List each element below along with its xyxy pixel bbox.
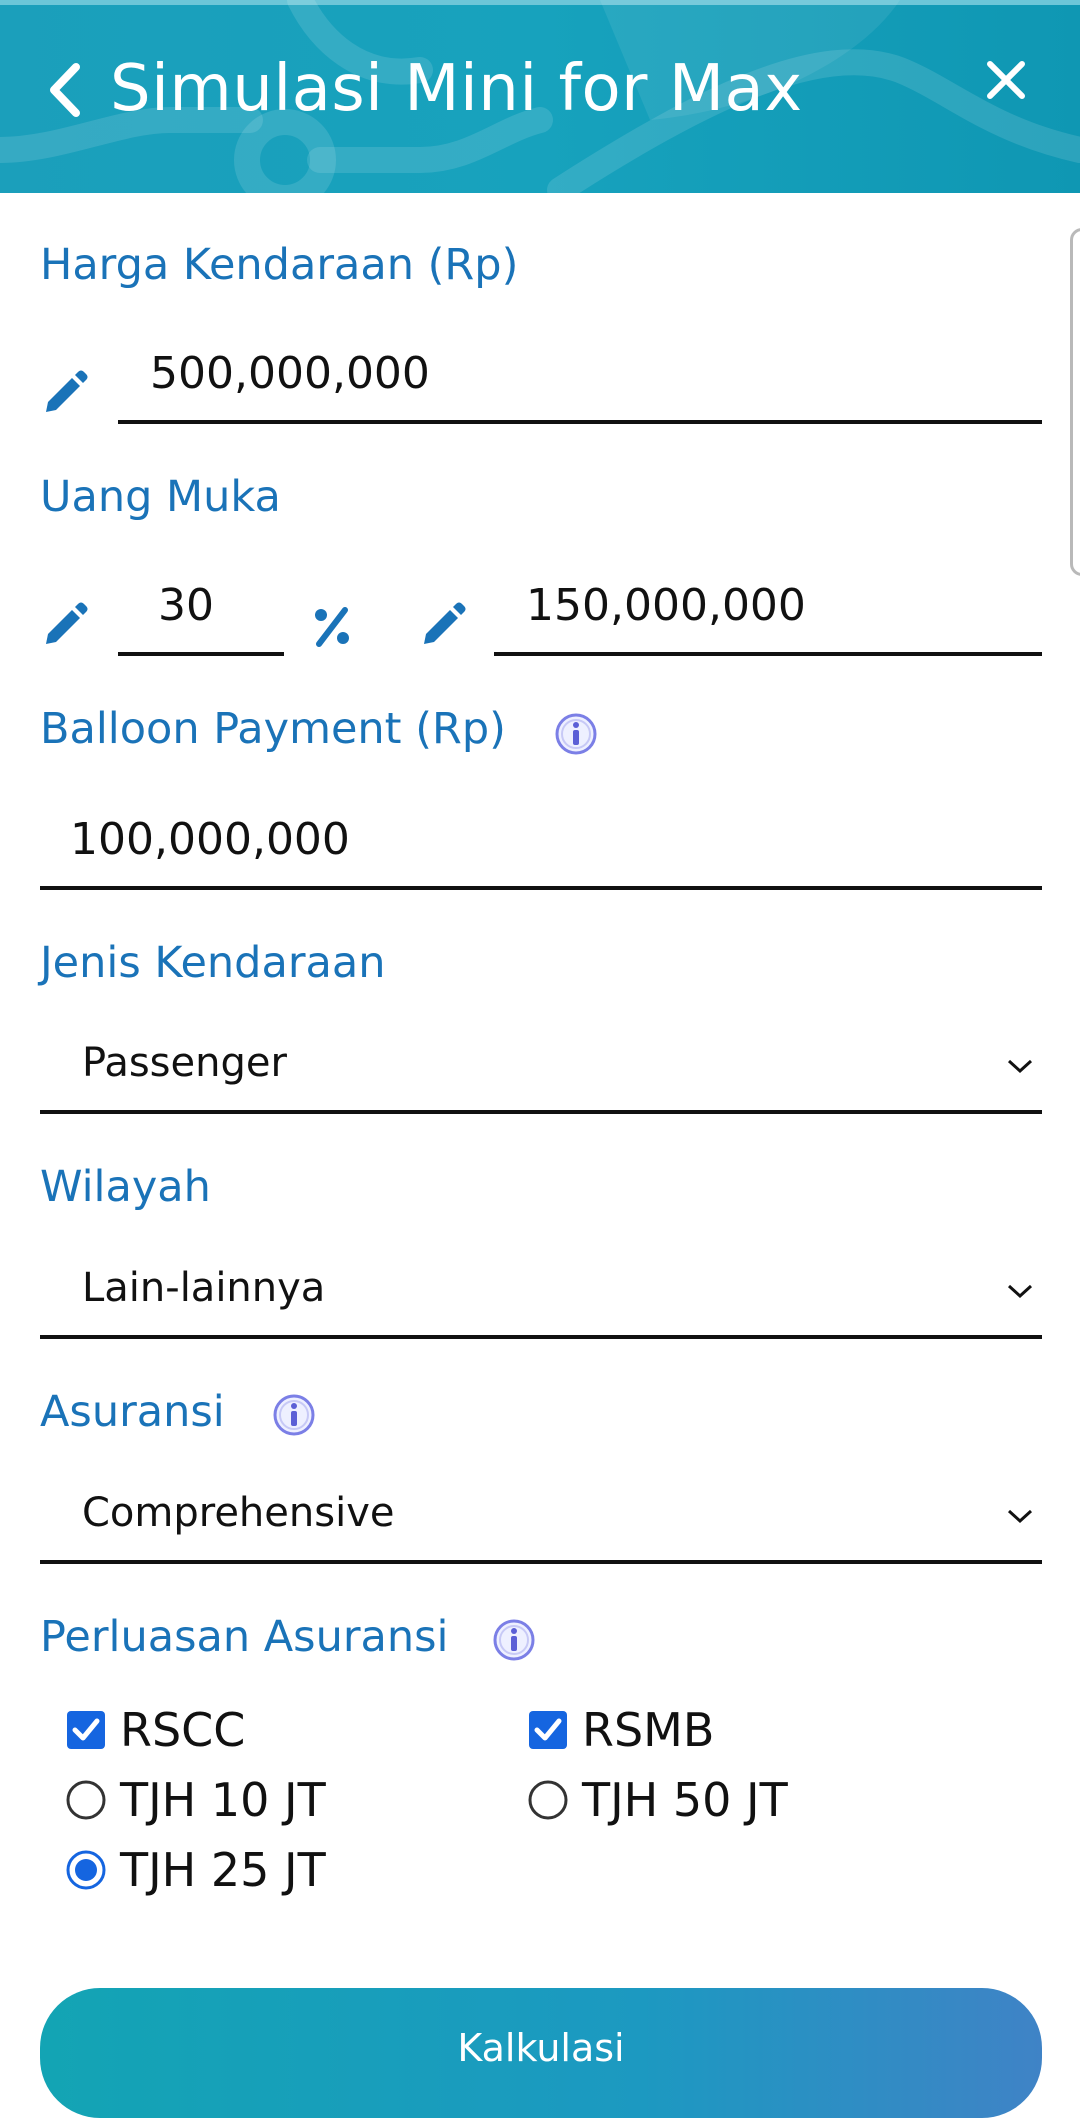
uang-muka-amount-value: 150,000,000 [526,580,806,631]
chevron-down-icon [1007,1284,1033,1299]
option-tjh-25[interactable]: TJH 25 JT [66,1840,326,1900]
info-icon[interactable] [554,712,598,756]
harga-kendaraan-label: Harga Kendaraan (Rp) [40,240,519,290]
balloon-payment-value: 100,000,000 [70,814,350,865]
balloon-payment-input[interactable]: 100,000,000 [40,806,1042,890]
scrollbar[interactable] [1070,228,1080,576]
perluasan-asuransi-label: Perluasan Asuransi [40,1612,449,1662]
radio-unchecked-icon [528,1780,568,1820]
asuransi-label: Asuransi [40,1387,225,1437]
back-button[interactable] [40,55,90,125]
uang-muka-label: Uang Muka [40,472,281,522]
option-label: TJH 50 JT [582,1773,788,1827]
wilayah-select[interactable]: Lain-lainnya [40,1251,1042,1339]
app-header: Simulasi Mini for Max [0,0,1080,193]
info-icon[interactable] [492,1618,536,1662]
uang-muka-amount-input[interactable]: 150,000,000 [494,572,1042,656]
percent-icon [315,607,349,647]
chevron-down-icon [1007,1509,1033,1524]
option-rsmb[interactable]: RSMB [528,1700,714,1760]
option-tjh-50[interactable]: TJH 50 JT [528,1770,788,1830]
info-icon[interactable] [272,1393,316,1437]
wilayah-value: Lain-lainnya [82,1265,326,1311]
kalkulasi-button[interactable]: Kalkulasi [40,1988,1042,2118]
checkbox-checked-icon [67,1711,105,1749]
option-label: TJH 25 JT [120,1843,326,1897]
uang-muka-percent-input[interactable]: 30 [118,572,284,656]
harga-kendaraan-input[interactable]: 500,000,000 [118,340,1042,424]
harga-kendaraan-value: 500,000,000 [150,348,430,399]
pencil-icon [46,370,88,412]
jenis-kendaraan-value: Passenger [82,1040,287,1086]
option-rscc[interactable]: RSCC [66,1700,245,1760]
uang-muka-percent-value: 30 [158,580,214,631]
option-label: TJH 10 JT [120,1773,326,1827]
radio-checked-icon [66,1850,106,1890]
option-tjh-10[interactable]: TJH 10 JT [66,1770,326,1830]
page-title: Simulasi Mini for Max [110,52,803,126]
asuransi-select[interactable]: Comprehensive [40,1476,1042,1564]
pencil-icon [424,602,466,644]
close-button[interactable] [980,50,1032,110]
radio-unchecked-icon [66,1780,106,1820]
jenis-kendaraan-label: Jenis Kendaraan [40,938,386,988]
jenis-kendaraan-select[interactable]: Passenger [40,1026,1042,1114]
option-label: RSCC [120,1703,246,1757]
chevron-down-icon [1007,1059,1033,1074]
wilayah-label: Wilayah [40,1162,211,1212]
balloon-payment-label: Balloon Payment (Rp) [40,704,506,754]
option-label: RSMB [582,1703,715,1757]
close-icon [987,61,1025,99]
asuransi-value: Comprehensive [82,1490,395,1536]
checkbox-checked-icon [529,1711,567,1749]
chevron-left-icon [50,63,80,117]
pencil-icon [46,602,88,644]
